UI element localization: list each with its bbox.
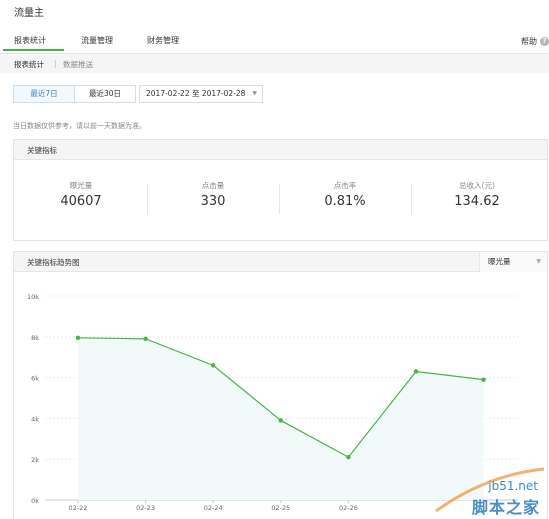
metric-label: 点击量	[201, 181, 225, 190]
metrics-row: 曝光量 40607 点击量 330 点击率 0.81% 总收入(元) 134.6…	[14, 160, 547, 238]
active-tab-indicator	[3, 49, 64, 51]
chevron-down-icon: ▼	[536, 258, 541, 265]
metric-value: 330	[200, 194, 226, 209]
metric-value: 0.81%	[324, 194, 366, 209]
watermark-text: 脚本之家	[471, 498, 540, 517]
app-title: 流量主	[14, 8, 44, 19]
watermark-url: jb51.net	[488, 479, 538, 493]
key-metrics-title: 关键指标	[27, 146, 57, 155]
range-7-days-button[interactable]: 最近7日	[13, 85, 75, 103]
sub-navigation: 报表统计 数据推送	[0, 53, 549, 73]
metric-label: 点击率	[333, 181, 357, 190]
tab-report-stats[interactable]: 报表统计	[14, 35, 46, 46]
metric-label: 总收入(元)	[459, 181, 495, 190]
chevron-down-icon: ▼	[252, 90, 257, 97]
trend-metric-value: 曝光量	[488, 257, 511, 266]
metric-value: 134.62	[454, 194, 500, 209]
main-tabs: 报表统计 流量管理 财务管理 帮助 ?	[0, 28, 549, 53]
help-label: 帮助	[521, 37, 537, 46]
trend-metric-select[interactable]: 曝光量 ▼	[479, 252, 547, 272]
key-metrics-panel: 关键指标 曝光量 40607 点击量 330 点击率 0.81% 总收入(元) …	[13, 139, 548, 241]
subnav-data-push[interactable]: 数据推送	[63, 59, 93, 70]
tab-finance-management[interactable]: 财务管理	[147, 35, 179, 46]
subnav-report-stats[interactable]: 报表统计	[14, 59, 44, 70]
date-range-value: 2017-02-22 至 2017-02-28	[146, 89, 246, 98]
metric-label: 曝光量	[69, 181, 93, 190]
metric-value: 40607	[60, 194, 102, 209]
trend-title: 关键指标趋势图	[27, 258, 80, 267]
date-filter-bar: 最近7日 最近30日 2017-02-22 至 2017-02-28 ▼	[13, 85, 263, 103]
date-range-select[interactable]: 2017-02-22 至 2017-02-28 ▼	[139, 85, 263, 103]
help-link[interactable]: 帮助 ?	[521, 36, 549, 47]
key-metrics-header: 关键指标	[14, 140, 547, 160]
trend-header: 关键指标趋势图 曝光量 ▼	[14, 252, 547, 272]
watermark: jb51.net 脚本之家	[426, 465, 546, 517]
data-notice: 当日数据仅供参考，请以前一天数据为准。	[13, 122, 146, 130]
range-30-days-button[interactable]: 最近30日	[75, 85, 136, 103]
tab-traffic-management[interactable]: 流量管理	[81, 35, 113, 46]
help-circle-icon: ?	[540, 37, 549, 46]
subnav-divider	[55, 60, 56, 68]
